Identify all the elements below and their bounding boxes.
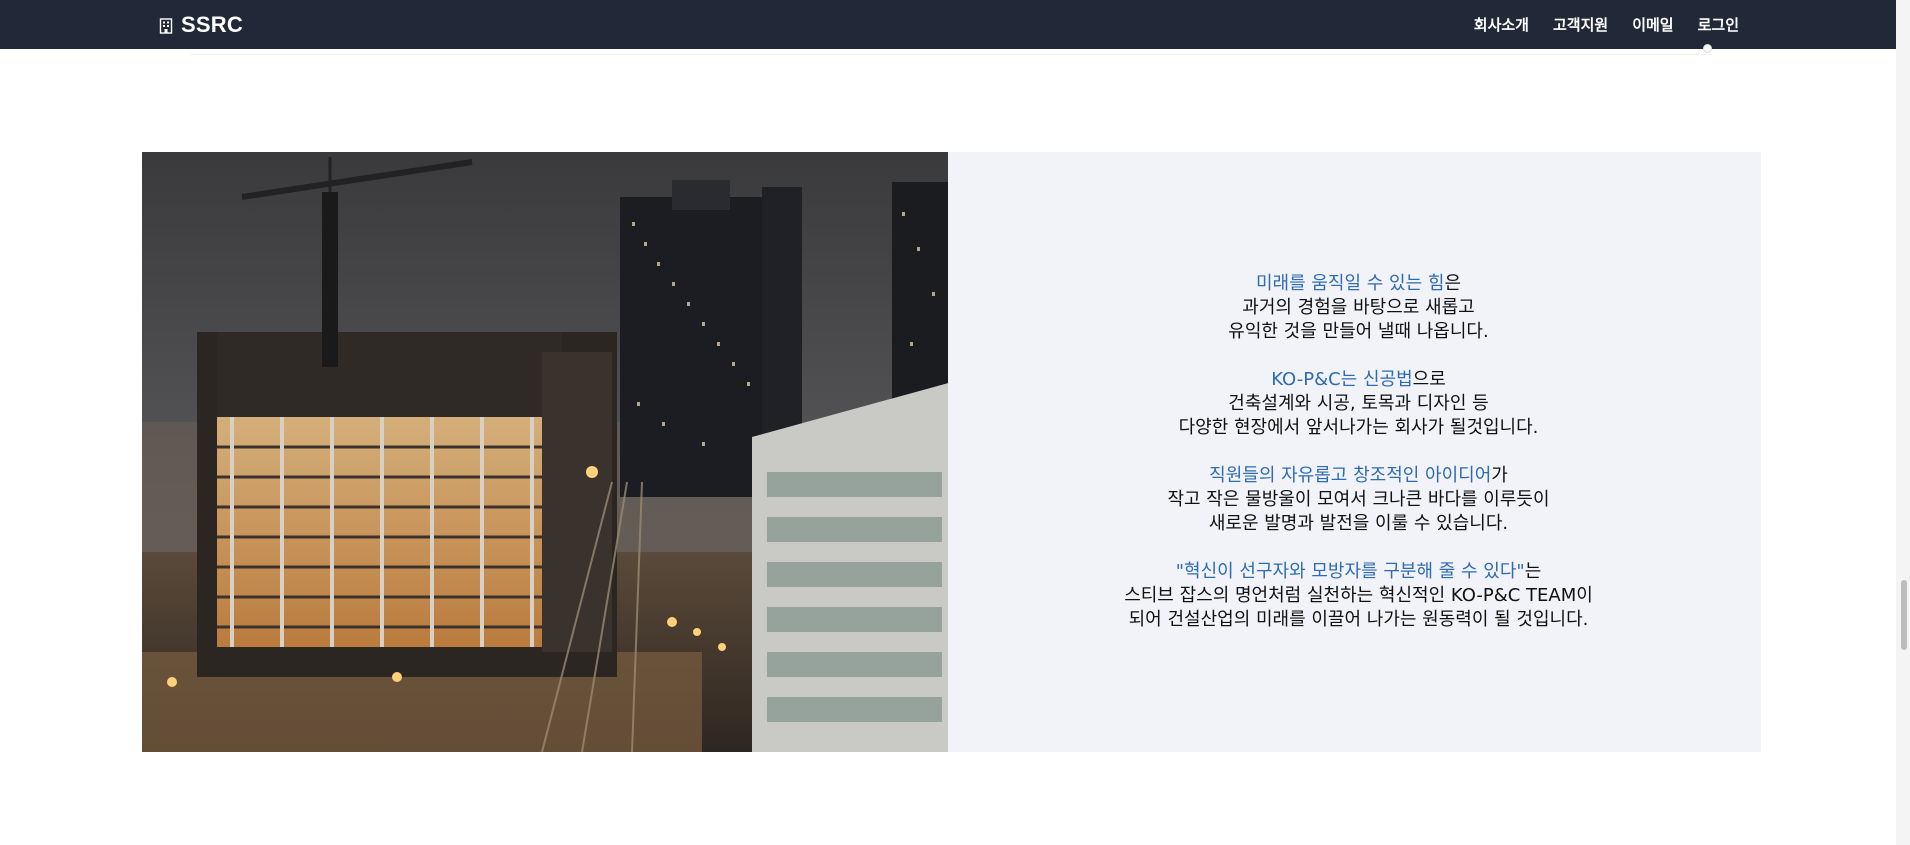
vision-line: 과거의 경험을 바탕으로 새롭고	[1242, 297, 1475, 318]
vision-paragraph-1: 미래를 움직일 수 있는 힘은 과거의 경험을 바탕으로 새롭고 유익한 것을 …	[1228, 272, 1488, 344]
construction-site-image	[142, 152, 948, 752]
vision-line: 새로운 발명과 발전을 이룰 수 있습니다.	[1208, 513, 1509, 534]
building-icon	[159, 18, 173, 34]
construction-photo	[142, 152, 948, 752]
nav-link-login[interactable]: 로그인	[1698, 14, 1739, 35]
vision-line: 다양한 현장에서 앞서나가는 회사가 될것입니다.	[1178, 417, 1539, 438]
vision-line: 작고 작은 물방울이 모여서 크나큰 바다를 이루듯이	[1167, 489, 1550, 510]
vision-line: 스티브 잡스의 명언처럼 실천하는 혁신적인 KO-P&C TEAM이	[1124, 585, 1593, 606]
scrollbar-thumb[interactable]	[1901, 580, 1907, 650]
vision-particle-3: 가	[1491, 465, 1508, 486]
vision-highlight-4: "혁신이 선구자와 모방자를 구분해 줄 수 있다"	[1175, 561, 1525, 582]
vision-highlight-1: 미래를 움직일 수 있는 힘	[1255, 273, 1445, 294]
vision-particle-1: 은	[1444, 273, 1462, 294]
vision-highlight-2: KO-P&C는 신공법	[1271, 369, 1413, 390]
top-navbar: SSRC 회사소개 고객지원 이메일 로그인	[0, 0, 1910, 49]
page-scrollbar[interactable]	[1896, 0, 1910, 845]
nav-links: 회사소개 고객지원 이메일 로그인	[1474, 0, 1739, 49]
company-vision-panel: 미래를 움직일 수 있는 힘은 과거의 경험을 바탕으로 새롭고 유익한 것을 …	[948, 152, 1761, 752]
vision-line: 유익한 것을 만들어 낼때 나옵니다.	[1228, 321, 1489, 342]
vision-paragraph-4: "혁신이 선구자와 모방자를 구분해 줄 수 있다"는 스티브 잡스의 명언처럼…	[1124, 560, 1593, 632]
intro-section: 미래를 움직일 수 있는 힘은 과거의 경험을 바탕으로 새롭고 유익한 것을 …	[142, 152, 1761, 752]
nav-link-about[interactable]: 회사소개	[1474, 14, 1529, 35]
vision-particle-2: 으로	[1412, 369, 1446, 390]
scroll-handle-icon[interactable]	[1703, 44, 1712, 53]
vision-highlight-3: 직원들의 자유롭고 창조적인 아이디어	[1209, 465, 1492, 486]
vision-line: 되어 건설산업의 미래를 이끌어 나가는 원동력이 될 것입니다.	[1128, 609, 1589, 630]
vision-particle-4: 는	[1524, 561, 1542, 582]
brand-link[interactable]: SSRC	[159, 0, 243, 49]
vision-paragraph-3: 직원들의 자유롭고 창조적인 아이디어가 작고 작은 물방울이 모여서 크나큰 …	[1167, 464, 1549, 536]
vision-paragraph-2: KO-P&C는 신공법으로 건축설계와 시공, 토목과 디자인 등 다양한 현장…	[1179, 368, 1539, 440]
previous-section-border	[191, 54, 1711, 55]
nav-link-email[interactable]: 이메일	[1632, 14, 1673, 35]
vision-line: 건축설계와 시공, 토목과 디자인 등	[1228, 393, 1489, 414]
nav-link-support[interactable]: 고객지원	[1553, 14, 1608, 35]
brand-name: SSRC	[181, 11, 243, 37]
